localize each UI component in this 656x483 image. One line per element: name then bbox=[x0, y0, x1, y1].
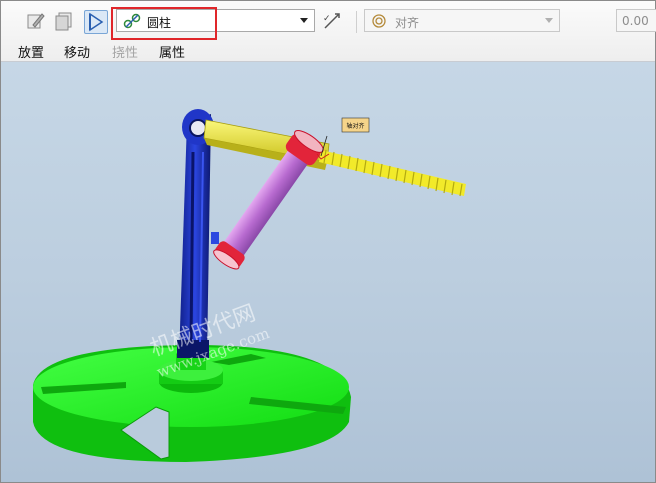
tab-move[interactable]: 移动 bbox=[64, 42, 90, 61]
constraint-toolbar: 圆柱 ✓ 对齐 0.00 放置 移动 挠性 属性 bbox=[1, 1, 656, 62]
swap-icon[interactable]: ✓ bbox=[321, 10, 343, 32]
3d-viewport[interactable]: 轴对齐 机械时代网 www.jxage.com bbox=[1, 62, 655, 482]
alignment-value: 对齐 bbox=[395, 16, 420, 30]
align-icon bbox=[372, 14, 386, 28]
offset-input[interactable]: 0.00 bbox=[616, 9, 656, 32]
red-highlight-box bbox=[111, 7, 217, 40]
flip-constraint-icon[interactable] bbox=[84, 10, 108, 34]
alignment-dropdown[interactable]: 对齐 bbox=[364, 9, 560, 32]
tab-properties[interactable]: 属性 bbox=[159, 42, 185, 61]
assembly-model[interactable]: 轴对齐 机械时代网 www.jxage.com bbox=[1, 62, 655, 482]
annotation-label: 轴对齐 bbox=[346, 122, 364, 130]
tab-flexibility[interactable]: 挠性 bbox=[112, 42, 138, 61]
offset-value: 0.00 bbox=[622, 14, 649, 28]
chevron-down-icon bbox=[300, 18, 308, 23]
toolbar-separator bbox=[356, 11, 357, 33]
svg-text:✓: ✓ bbox=[323, 14, 331, 24]
tab-placement[interactable]: 放置 bbox=[18, 42, 44, 61]
chevron-down-icon bbox=[545, 18, 553, 23]
horizontal-beam[interactable] bbox=[203, 119, 466, 197]
copy-icon[interactable] bbox=[53, 10, 75, 32]
edit-icon[interactable] bbox=[25, 10, 47, 32]
